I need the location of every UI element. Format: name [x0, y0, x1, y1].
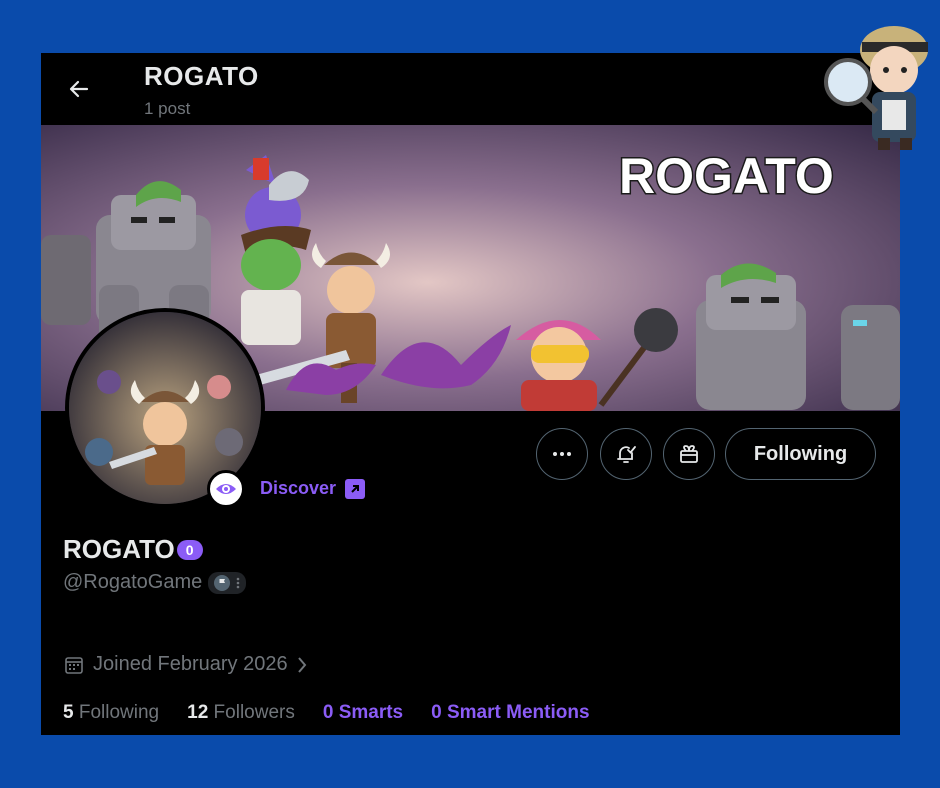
chevron-right-icon [297, 656, 306, 673]
followers-label: Followers [213, 702, 295, 723]
logo-text: ROGATO [619, 148, 834, 204]
gift-button[interactable] [663, 428, 715, 480]
following-button[interactable]: Following [725, 428, 876, 480]
handle-text: @RogatoGame [63, 571, 203, 593]
back-button[interactable] [61, 71, 97, 107]
more-icon [553, 452, 571, 456]
joined-text: Joined February 2026 [93, 653, 288, 675]
profile-name: ROGATO 0 [63, 534, 203, 565]
profile-handle: @RogatoGame [63, 571, 247, 594]
followers-stat[interactable]: 12 Followers [187, 702, 295, 724]
arrow-up-right-icon [345, 478, 366, 499]
page-title: ROGATO [144, 61, 259, 91]
post-count: 1 post [144, 99, 191, 118]
smarts-stat[interactable]: 0 Smarts [323, 702, 403, 724]
gift-icon [680, 445, 698, 463]
notifications-button[interactable] [600, 428, 652, 480]
discover-link[interactable]: Discover [260, 478, 366, 499]
smart-mentions-stat[interactable]: 0 Smart Mentions [431, 702, 589, 724]
arrow-left-icon [69, 80, 89, 98]
detective-mascot [824, 26, 928, 150]
following-count: 5 [63, 702, 74, 723]
profile-panel: ROGATO 1 post ROGATO Discover Following … [41, 53, 900, 735]
following-label: Following [78, 702, 160, 723]
flag-icon [214, 574, 231, 591]
joined-date[interactable]: Joined February 2026 [63, 653, 308, 676]
following-stat[interactable]: 5 Following [63, 702, 159, 724]
profile-name-text: ROGATO [63, 534, 175, 564]
top-bar: ROGATO 1 post [41, 53, 900, 125]
more-button[interactable] [536, 428, 588, 480]
discover-badge[interactable] [207, 470, 245, 508]
discover-label: Discover [260, 478, 337, 498]
name-badge: 0 [176, 539, 203, 560]
more-vertical-icon [236, 577, 240, 588]
eye-icon [216, 484, 236, 494]
profile-stats: 5 Following 12 Followers 0 Smarts 0 Smar… [63, 702, 618, 724]
handle-badge[interactable] [208, 571, 247, 594]
rogato-logo: ROGATO [618, 147, 836, 206]
followers-count: 12 [187, 702, 209, 723]
calendar-icon [65, 656, 83, 674]
bell-check-icon [617, 446, 636, 463]
